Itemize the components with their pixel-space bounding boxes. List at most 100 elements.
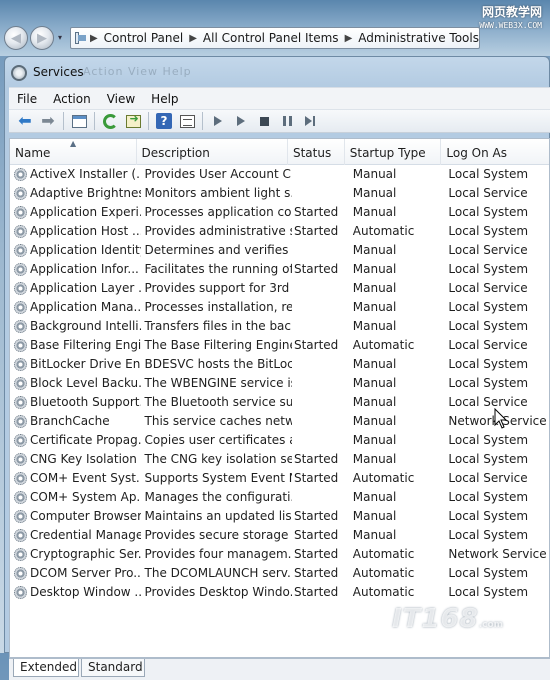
service-row[interactable]: CNG Key Isolation The CNG key isolation s… — [10, 450, 549, 469]
address-bar[interactable]: ▶ Control Panel ▶ All Control Panel Item… — [70, 27, 480, 49]
back-button[interactable]: ◀ — [4, 26, 28, 50]
service-name-cell[interactable]: Computer Browser — [10, 507, 141, 526]
service-description: The Bluetooth service su... — [144, 395, 292, 409]
service-logon-as: Local System — [448, 490, 529, 504]
service-name-cell[interactable]: COM+ Event Syst... — [10, 469, 141, 488]
service-row[interactable]: Application Identity Determines and verif… — [10, 241, 549, 260]
menu-action[interactable]: Action — [45, 92, 99, 106]
chevron-right-icon[interactable]: ▶ — [90, 33, 98, 44]
chevron-right-icon[interactable]: ▶ — [345, 33, 353, 44]
service-name: Adaptive Brightness — [30, 186, 141, 200]
service-startup-type: Manual — [352, 395, 397, 409]
stop-service-button[interactable] — [254, 112, 274, 130]
service-row[interactable]: Background Intelli... Transfers files in … — [10, 317, 549, 336]
tab-standard[interactable]: Standard — [81, 659, 145, 677]
service-name-cell[interactable]: Certificate Propag... — [10, 431, 141, 450]
column-header-name[interactable]: ▲ Name — [10, 139, 137, 165]
service-row[interactable]: Certificate Propag... Copies user certifi… — [10, 431, 549, 450]
service-row[interactable]: DCOM Server Pro... The DCOMLAUNCH serv...… — [10, 564, 549, 583]
service-row[interactable]: Application Host ... Provides administrat… — [10, 222, 549, 241]
breadcrumb-admin-tools[interactable]: Administrative Tools — [358, 31, 479, 45]
forward-button[interactable]: ▶ — [30, 26, 54, 50]
service-description: Monitors ambient light s... — [144, 186, 292, 200]
service-row[interactable]: Adaptive Brightness Monitors ambient ligh… — [10, 184, 549, 203]
service-name-cell[interactable]: Adaptive Brightness — [10, 184, 141, 203]
service-name-cell[interactable]: ActiveX Installer (... — [10, 165, 141, 184]
forward-button-toolbar[interactable]: ➡ — [38, 112, 58, 130]
column-header-logon-as[interactable]: Log On As — [441, 139, 549, 165]
service-status — [292, 374, 349, 393]
service-name-cell[interactable]: Base Filtering Engi... — [10, 336, 141, 355]
service-name-cell[interactable]: Application Layer ... — [10, 279, 141, 298]
service-row[interactable]: Bluetooth Support... The Bluetooth servic… — [10, 393, 549, 412]
service-gear-icon — [14, 434, 27, 447]
column-header-status-label: Status — [292, 146, 332, 160]
column-header-description[interactable]: Description — [137, 139, 288, 165]
refresh-button[interactable] — [100, 112, 120, 130]
column-header-status[interactable]: Status — [288, 139, 345, 165]
service-name-cell[interactable]: Background Intelli... — [10, 317, 141, 336]
start-service-alt-button[interactable] — [231, 112, 251, 130]
service-row[interactable]: COM+ System Ap... Manages the configurati… — [10, 488, 549, 507]
watermark-bottom: IT168.com — [392, 604, 503, 634]
service-row[interactable]: Application Infor... Facilitates the runn… — [10, 260, 549, 279]
properties-button[interactable] — [177, 112, 197, 130]
recent-pages-dropdown[interactable]: ▾ — [58, 33, 62, 42]
service-name-cell[interactable]: COM+ System Ap... — [10, 488, 141, 507]
service-row[interactable]: Application Mana... Processes installatio… — [10, 298, 549, 317]
services-window: Services Action View Help File Action Vi… — [4, 56, 550, 680]
service-name-cell[interactable]: Application Identity — [10, 241, 141, 260]
breadcrumb-all-items[interactable]: All Control Panel Items — [203, 31, 339, 45]
service-name-cell[interactable]: Bluetooth Support... — [10, 393, 141, 412]
window-title: Services — [33, 65, 84, 79]
service-row[interactable]: COM+ Event Syst... Supports System Event … — [10, 469, 549, 488]
start-service-button[interactable] — [208, 112, 228, 130]
service-row[interactable]: BitLocker Drive En... BDESVC hosts the Bi… — [10, 355, 549, 374]
service-logon-as: Local Service — [448, 338, 528, 352]
service-row[interactable]: Application Experi... Processes applicati… — [10, 203, 549, 222]
service-name-cell[interactable]: CNG Key Isolation — [10, 450, 141, 469]
service-name: BitLocker Drive En... — [30, 357, 141, 371]
service-name-cell[interactable]: Credential Manager — [10, 526, 141, 545]
service-row[interactable]: Cryptographic Ser... Provides four manage… — [10, 545, 549, 564]
breadcrumb-control-panel[interactable]: Control Panel — [104, 31, 184, 45]
service-row[interactable]: Desktop Window ... Provides Desktop Windo… — [10, 583, 549, 602]
service-name-cell[interactable]: Desktop Window ... — [10, 583, 141, 602]
back-button-toolbar[interactable]: ⬅ — [15, 112, 35, 130]
tab-extended[interactable]: Extended — [13, 659, 79, 677]
service-name-cell[interactable]: Application Infor... — [10, 260, 141, 279]
service-name-cell[interactable]: Block Level Backu... — [10, 374, 141, 393]
show-hide-tree-button[interactable] — [69, 112, 89, 130]
menu-file[interactable]: File — [9, 92, 45, 106]
service-name-cell[interactable]: DCOM Server Pro... — [10, 564, 141, 583]
service-name-cell[interactable]: Application Experi... — [10, 203, 141, 222]
toolbar-separator — [148, 112, 149, 130]
help-button[interactable]: ? — [154, 112, 174, 130]
service-gear-icon — [14, 263, 27, 276]
service-row[interactable]: ActiveX Installer (... Provides User Acco… — [10, 165, 549, 184]
service-row[interactable]: BranchCache This service caches netw... Ma… — [10, 412, 549, 431]
service-name-cell[interactable]: Cryptographic Ser... — [10, 545, 141, 564]
service-row[interactable]: Credential Manager Provides secure storag… — [10, 526, 549, 545]
chevron-right-icon[interactable]: ▶ — [189, 33, 197, 44]
pause-service-button[interactable] — [277, 112, 297, 130]
menu-help[interactable]: Help — [143, 92, 186, 106]
service-row[interactable]: Base Filtering Engi... The Base Filtering… — [10, 336, 549, 355]
service-name-cell[interactable]: BitLocker Drive En... — [10, 355, 141, 374]
column-header-startup-type[interactable]: Startup Type — [345, 139, 442, 165]
service-name-cell[interactable]: BranchCache — [10, 412, 141, 431]
menu-view[interactable]: View — [99, 92, 143, 106]
export-list-button[interactable] — [123, 112, 143, 130]
service-name-cell[interactable]: Application Host ... — [10, 222, 141, 241]
title-bar[interactable]: Services Action View Help — [5, 57, 549, 87]
service-row[interactable]: Block Level Backu... The WBENGINE service… — [10, 374, 549, 393]
service-gear-icon — [14, 358, 27, 371]
forward-arrow-icon: ▶ — [37, 30, 47, 46]
restart-service-button[interactable] — [300, 112, 320, 130]
service-row[interactable]: Computer Browser Maintains an updated lis… — [10, 507, 549, 526]
service-name: Application Experi... — [30, 205, 141, 219]
service-logon-as: Local System — [448, 319, 529, 333]
service-name-cell[interactable]: Application Mana... — [10, 298, 141, 317]
service-row[interactable]: Application Layer ... Provides support fo… — [10, 279, 549, 298]
service-status — [292, 241, 349, 260]
